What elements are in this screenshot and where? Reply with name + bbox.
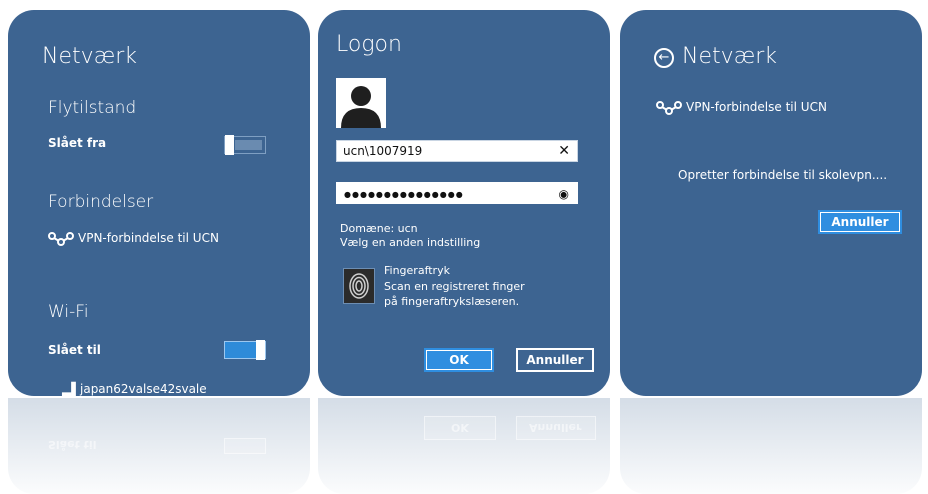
vpn-connection-label-2: VPN-forbindelse til UCN (686, 100, 827, 114)
user-avatar (336, 78, 386, 128)
back-arrow-icon[interactable]: ← (654, 48, 674, 68)
reflection-cancel-text: Annuller (529, 421, 582, 434)
reflection-panel-1: Slået til (8, 398, 310, 494)
network-title-2: Netværk (682, 44, 778, 69)
cancel-connect-button[interactable]: Annuller (818, 210, 902, 234)
network-title: Netværk (42, 44, 138, 69)
wifi-network-item[interactable]: ▂▌ japan62valse42svale (62, 382, 262, 396)
user-silhouette-icon (341, 86, 381, 128)
vpn-connection-item[interactable]: VPN-forbindelse til UCN (48, 228, 288, 252)
reveal-password-icon[interactable]: ◉ (559, 187, 569, 201)
reflection-panel-2: OK Annuller (318, 398, 610, 494)
vpn-connection-item-2[interactable]: VPN-forbindelse til UCN (656, 98, 896, 120)
reflection-panel-3 (620, 398, 922, 494)
wifi-state: Slået til (48, 343, 101, 357)
airplane-mode-state: Slået fra (48, 136, 107, 150)
password-input[interactable]: ●●●●●●●●●●●●●●● ◉ (336, 182, 578, 204)
fingerprint-icon (343, 268, 375, 304)
airplane-mode-toggle[interactable] (224, 135, 266, 155)
logon-title: Logon (336, 32, 402, 57)
vpn-icon (48, 232, 74, 246)
clear-icon[interactable]: ✕ (558, 143, 570, 159)
wifi-signal-icon: ▂▌ (62, 382, 81, 396)
reflection-toggle (224, 438, 266, 454)
wifi-heading: Wi-Fi (48, 302, 89, 322)
vpn-connection-label: VPN-forbindelse til UCN (78, 231, 219, 245)
connecting-status: Opretter forbindelse til skolevpn.... (678, 168, 888, 182)
wifi-network-name: japan62valse42svale (80, 382, 207, 396)
reflection-cancel-button: Annuller (516, 416, 596, 440)
fingerprint-title: Fingeraftryk (384, 264, 450, 277)
cancel-button[interactable]: Annuller (516, 348, 594, 372)
vpn-connecting-panel: ← Netværk VPN-forbindelse til UCN Oprett… (620, 10, 922, 396)
wifi-toggle[interactable] (224, 340, 266, 360)
reflection-ok-text: OK (451, 421, 469, 434)
network-panel: Netværk Flytilstand Slået fra Forbindels… (8, 10, 310, 396)
fingerprint-desc-line1: Scan en registreret finger (384, 280, 525, 293)
password-value: ●●●●●●●●●●●●●●● (344, 190, 464, 199)
username-input[interactable]: ucn\1007919 ✕ (336, 140, 578, 162)
reflection-ok-button: OK (424, 416, 496, 440)
other-option-link[interactable]: Vælg en anden indstilling (340, 236, 480, 249)
airplane-mode-heading: Flytilstand (48, 98, 137, 118)
connections-heading: Forbindelser (48, 192, 154, 212)
fingerprint-desc-line2: på fingeraftrykslæseren. (384, 295, 520, 308)
back-header[interactable]: ← Netværk (654, 44, 914, 74)
reflection-state-text: Slået til (48, 438, 97, 451)
username-value: ucn\1007919 (343, 144, 423, 158)
ok-button[interactable]: OK (424, 348, 494, 372)
logon-panel: Logon ucn\1007919 ✕ ●●●●●●●●●●●●●●● ◉ Do… (318, 10, 610, 396)
vpn-icon-2 (656, 101, 682, 115)
domain-text: Domæne: ucn (340, 222, 418, 235)
